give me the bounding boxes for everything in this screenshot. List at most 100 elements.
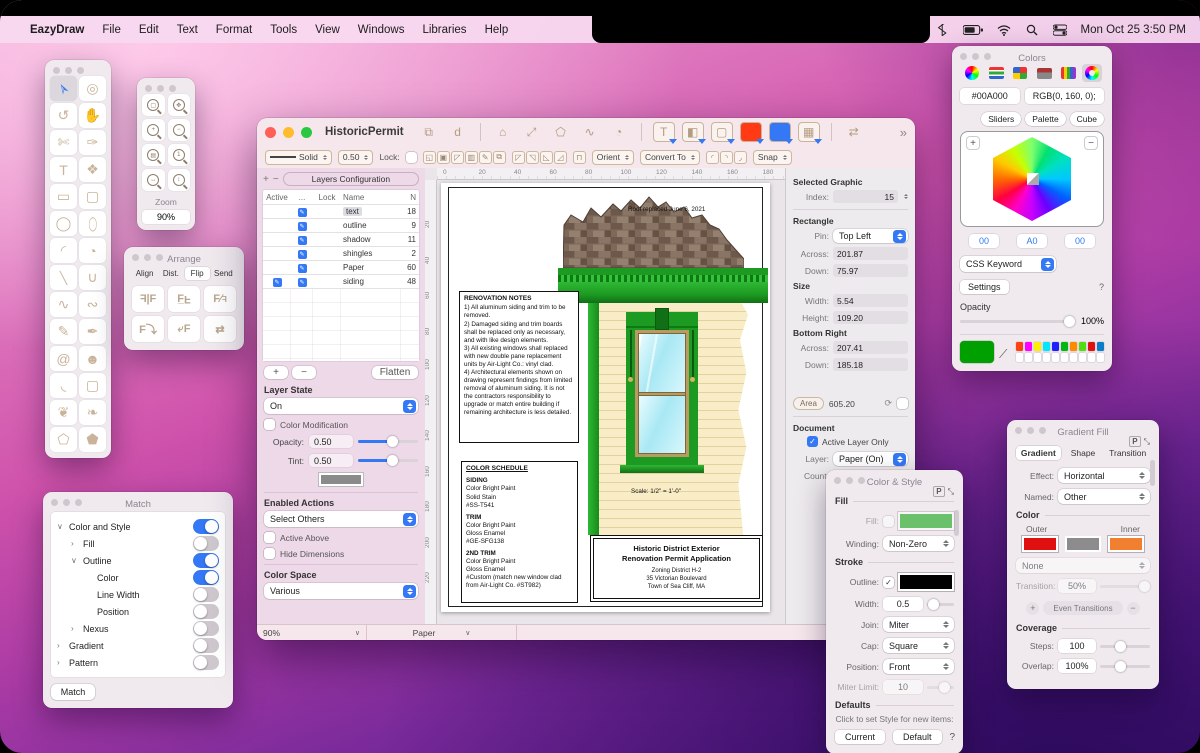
arrange-tab[interactable]: Align [132,267,157,280]
close-button[interactable] [265,127,276,138]
stroke-width-field[interactable]: 0.5 [883,597,923,611]
cube-zoom-out-button[interactable]: − [1084,136,1098,150]
br-across-field[interactable]: 207.41 [833,341,908,354]
dial-icon[interactable]: ◔ [608,122,630,142]
color-swatch[interactable] [1034,353,1041,362]
cornice-trim[interactable] [558,268,768,303]
menu-item[interactable]: Help [485,24,509,36]
help-icon[interactable]: ? [950,732,956,743]
tool-button[interactable]: ✒ [79,319,106,344]
roof-note[interactable]: Roof replaced June 6, 2021 [628,206,748,214]
swap-button[interactable]: ⇄ [204,316,236,342]
even-transitions-button[interactable]: Even Transitions [1043,601,1122,615]
zoom-tool-button[interactable]: ▢ [142,94,165,116]
menu-clock[interactable]: Mon Oct 25 3:50 PM [1081,24,1186,36]
canvas-zoom-dropdown[interactable]: 90%∨ [257,625,367,640]
orient-dropdown[interactable]: Orient [592,150,634,165]
layer-row[interactable]: ✎ ✎ Paper 60 [263,261,419,275]
transition-slider[interactable] [1100,585,1150,588]
opacity-field[interactable]: 0.50 [309,435,353,448]
outer-color-swatch[interactable] [1022,536,1058,552]
down-field[interactable]: 75.97 [833,264,908,277]
layer-visible-checkbox[interactable]: ✎ [298,250,307,259]
tint-slider[interactable] [358,459,418,462]
color-swatch[interactable] [1061,342,1068,351]
corner-segment-button[interactable]: ◸ [512,151,525,164]
even-plus-button[interactable]: − [1127,602,1140,615]
zoom-button[interactable] [301,127,312,138]
delete-layer-button[interactable]: − [292,366,316,379]
layers-config-title[interactable]: Layers Configuration [283,172,419,186]
match-toggle[interactable] [193,587,219,602]
panel-pin-badge[interactable]: P [933,486,944,497]
canvas-layer-dropdown[interactable]: Paper∨ [367,625,517,640]
tool-button[interactable]: T [50,157,77,182]
layer-name[interactable]: Paper [341,263,401,272]
color-space-dropdown[interactable]: Various [264,583,418,599]
disclosure-icon[interactable]: › [57,641,69,650]
eazydraw-logo-icon[interactable]: d [447,122,469,142]
rotate-left-button[interactable]: ⤶F [168,316,200,342]
color-fill-icon[interactable]: ■ [740,122,762,142]
color-crayons-mode[interactable] [1082,64,1102,82]
layer-row[interactable]: ✎ ✎ text 18 [263,205,419,219]
zoom-tool-button[interactable]: ✥ [168,94,191,116]
fill-checkbox[interactable] [883,516,894,527]
color-swatch[interactable] [1070,353,1077,362]
battery-icon[interactable] [963,24,983,36]
cap-dropdown[interactable]: Square [883,638,954,653]
tool-button[interactable]: @ [50,346,77,371]
area-checkbox[interactable] [897,398,908,409]
color-swatch[interactable] [1043,342,1050,351]
active-layer-only-checkbox[interactable] [807,436,818,447]
tool-button[interactable]: ❖ [79,157,106,182]
color-swatch[interactable] [1079,353,1086,362]
detach-icon[interactable]: ⤡ [1144,437,1150,447]
spotlight-icon[interactable] [1025,24,1039,36]
tool-button[interactable]: ∿ [50,292,77,317]
round-corner-button[interactable]: ◜ [706,151,719,164]
index-stepper[interactable] [904,194,908,199]
layer-visible-checkbox[interactable]: ✎ [298,208,307,217]
layer-name[interactable]: siding [341,277,401,286]
fill-color-swatch[interactable] [898,512,954,530]
color-bars-mode[interactable] [1058,64,1078,82]
zoom-tool-button[interactable]: ▤ [142,144,165,166]
color-modification-checkbox[interactable] [264,419,275,430]
menu-item[interactable]: Libraries [422,24,466,36]
tool-button[interactable]: ▭ [50,184,77,209]
graph-icon[interactable]: ∿ [579,122,601,142]
tool-button[interactable]: ▢ [79,373,106,398]
eyedropper-icon[interactable] [999,345,1011,359]
steps-slider[interactable] [1100,645,1150,648]
tool-button[interactable]: ❧ [79,400,106,425]
tool-button[interactable]: ◯ [50,211,77,236]
color-swatch[interactable] [1088,342,1095,351]
color-sliders-mode[interactable] [986,64,1006,82]
disclosure-icon[interactable]: › [57,658,69,667]
stroke-width-slider[interactable] [927,603,954,606]
layer-remove-button[interactable]: − [273,174,279,185]
rotate-right-button[interactable]: F⤵ [132,316,164,342]
layer-row[interactable]: ✎ ✎ shingles 2 [263,247,419,261]
refresh-icon[interactable]: ⟳ [884,398,892,409]
color-swatch[interactable] [1097,342,1104,351]
tool-button[interactable]: ✑ [79,130,106,155]
flip-vertical-button[interactable]: F̲F [168,286,200,312]
minimize-button[interactable] [283,127,294,138]
detach-icon[interactable]: ⤡ [948,487,954,497]
arrange-tab[interactable]: Dist. [158,267,183,280]
tool-button[interactable]: ⬠ [50,427,77,452]
overlap-slider[interactable] [1100,665,1150,668]
outline-style-icon[interactable]: ▢ [711,122,733,142]
zoom-tool-button[interactable]: ↕ [168,169,191,191]
active-above-checkbox[interactable] [264,532,275,543]
match-toggle[interactable] [193,621,219,636]
named-dropdown[interactable]: Other [1058,489,1150,504]
scrollbar[interactable] [954,510,959,536]
menu-item[interactable]: View [315,24,340,36]
help-icon[interactable]: ? [1099,282,1104,292]
layer-row[interactable]: ✎ ✎ outline 9 [263,219,419,233]
panel-pin-badge[interactable]: P [1129,436,1140,447]
layer-row[interactable]: ✎ ✎ siding 48 [263,275,419,289]
